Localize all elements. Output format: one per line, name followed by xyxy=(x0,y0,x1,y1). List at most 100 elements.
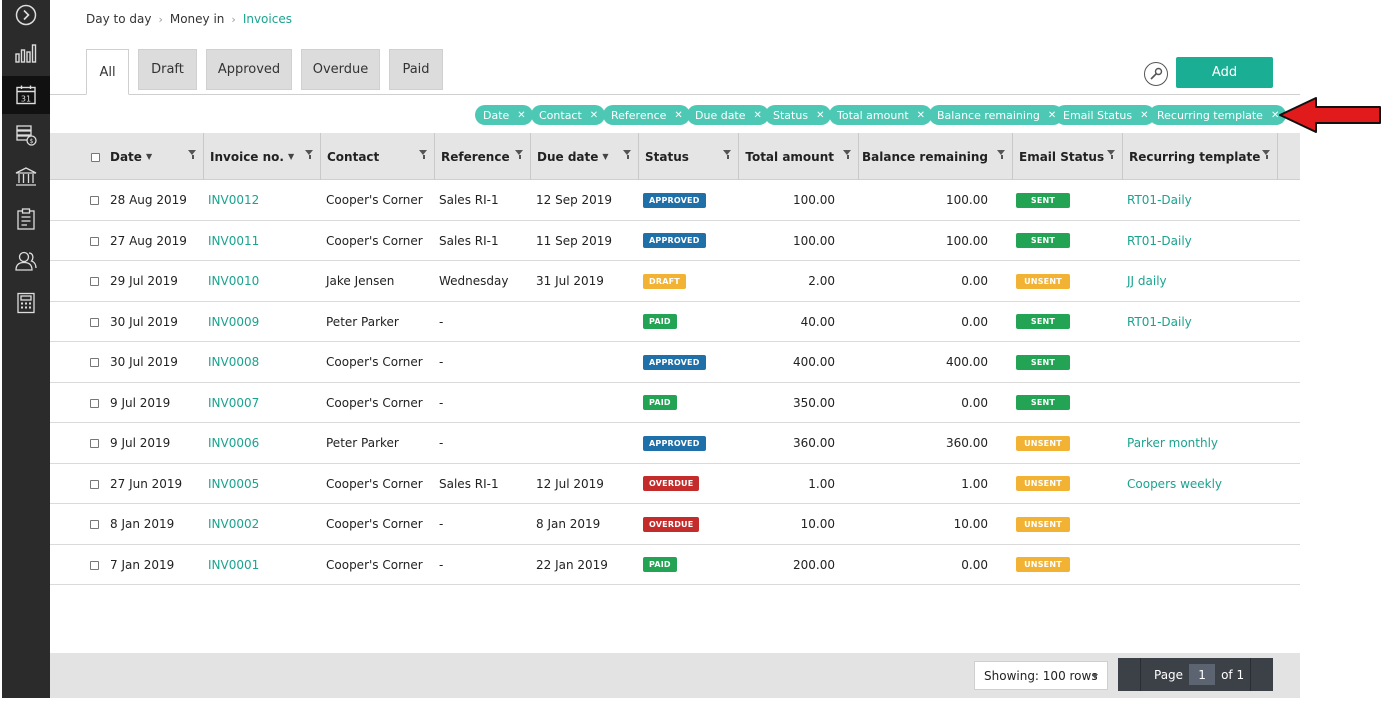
table-row[interactable]: 28 Aug 2019 INV0012 Cooper's Corner Sales R… xyxy=(50,180,1300,221)
invoice-link[interactable]: INV0002 xyxy=(208,504,259,544)
table-row[interactable]: 27 Aug 2019 INV0011 Cooper's Corner Sales R… xyxy=(50,221,1300,261)
column-chip-contact[interactable]: Contact ✕ xyxy=(531,105,606,125)
sidebar-item-tasks[interactable] xyxy=(2,200,50,238)
tab-approved[interactable]: Approved xyxy=(206,49,292,90)
expand-sidebar-button[interactable] xyxy=(2,0,50,34)
filter-icon[interactable] xyxy=(997,150,1006,160)
recurring-template-link[interactable]: Parker monthly xyxy=(1127,423,1218,463)
column-chip-balance-remaining[interactable]: Balance remaining ✕ xyxy=(929,105,1064,125)
table-row[interactable]: 8 Jan 2019 INV0002 Cooper's Corner - 8 Jan 2… xyxy=(50,504,1300,545)
cell-balance-remaining: 100.00 xyxy=(946,193,988,207)
invoice-link[interactable]: INV0008 xyxy=(208,342,259,382)
sort-icon: ▼ xyxy=(602,152,609,161)
settings-wrench-button[interactable] xyxy=(1144,62,1168,86)
recurring-template-link[interactable]: RT01-Daily xyxy=(1127,221,1192,261)
column-chip-due-date[interactable]: Due date ✕ xyxy=(687,105,769,125)
sidebar-item-contacts[interactable] xyxy=(2,242,50,280)
row-checkbox[interactable] xyxy=(90,479,99,489)
tab-overdue[interactable]: Overdue xyxy=(301,49,380,90)
remove-chip-icon[interactable]: ✕ xyxy=(754,110,762,121)
column-header-contact[interactable]: Contact xyxy=(321,133,435,180)
column-header-reference[interactable]: Reference xyxy=(435,133,531,180)
table-row[interactable]: 9 Jul 2019 INV0006 Peter Parker - APPROVED 36… xyxy=(50,423,1300,464)
recurring-template-link[interactable]: JJ daily xyxy=(1127,261,1167,301)
row-checkbox[interactable] xyxy=(90,236,99,246)
table-row[interactable]: 30 Jul 2019 INV0009 Peter Parker - PAID 40.00… xyxy=(50,302,1300,342)
filter-icon[interactable] xyxy=(843,150,852,160)
filter-icon[interactable] xyxy=(1262,150,1271,160)
email-status-badge: UNSENT xyxy=(1016,273,1070,289)
row-checkbox[interactable] xyxy=(90,277,99,286)
column-chip-reference[interactable]: Reference ✕ xyxy=(603,105,690,125)
remove-chip-icon[interactable]: ✕ xyxy=(917,110,925,121)
sidebar-item-day-to-day[interactable]: 31 xyxy=(2,76,50,114)
table-row[interactable]: 7 Jan 2019 INV0001 Cooper's Corner - 22 Jan … xyxy=(50,545,1300,585)
column-chip-total-amount[interactable]: Total amount ✕ xyxy=(829,105,933,125)
row-checkbox[interactable] xyxy=(90,196,99,205)
breadcrumb-money-in[interactable]: Money in xyxy=(170,12,225,26)
filter-icon[interactable] xyxy=(515,150,524,160)
cell-total-amount: 100.00 xyxy=(793,233,835,248)
recurring-template-link[interactable]: Coopers weekly xyxy=(1127,464,1222,504)
invoice-link[interactable]: INV0012 xyxy=(208,180,259,220)
row-checkbox[interactable] xyxy=(90,358,99,367)
recurring-template-link[interactable]: RT01-Daily xyxy=(1127,302,1192,342)
remove-chip-icon[interactable]: ✕ xyxy=(590,110,598,121)
recurring-template-link[interactable]: RT01-Daily xyxy=(1127,180,1192,220)
invoice-link[interactable]: INV0005 xyxy=(208,464,259,504)
filter-icon[interactable] xyxy=(723,150,732,160)
filter-icon[interactable] xyxy=(623,150,632,160)
filter-icon[interactable] xyxy=(1107,150,1116,160)
invoice-link[interactable]: INV0009 xyxy=(208,302,259,342)
column-header-status[interactable]: Status xyxy=(639,133,739,180)
filter-icon[interactable] xyxy=(305,150,314,160)
table-row[interactable]: 9 Jul 2019 INV0007 Cooper's Corner - PAID 350… xyxy=(50,383,1300,423)
row-checkbox[interactable] xyxy=(90,317,99,327)
table-row[interactable]: 27 Jun 2019 INV0005 Cooper's Corner Sales R… xyxy=(50,464,1300,504)
page-number-input[interactable]: 1 xyxy=(1189,664,1216,685)
column-chip-date[interactable]: Date ✕ xyxy=(475,105,533,125)
remove-chip-icon[interactable]: ✕ xyxy=(517,110,525,121)
invoice-link[interactable]: INV0007 xyxy=(208,383,259,423)
table-row[interactable]: 30 Jul 2019 INV0008 Cooper's Corner - APPROV… xyxy=(50,342,1300,383)
filter-icon[interactable] xyxy=(419,150,428,160)
invoice-link[interactable]: INV0011 xyxy=(208,221,259,261)
row-checkbox[interactable] xyxy=(90,439,99,448)
column-header-total-amount[interactable]: Total amount xyxy=(739,133,859,180)
add-button[interactable]: Add xyxy=(1176,57,1273,88)
select-all-checkbox[interactable] xyxy=(91,153,100,162)
invoice-link[interactable]: INV0001 xyxy=(208,545,259,585)
cell-reference: - xyxy=(439,355,444,369)
tab-paid[interactable]: Paid xyxy=(389,49,443,90)
invoice-link[interactable]: INV0010 xyxy=(208,261,259,301)
remove-chip-icon[interactable]: ✕ xyxy=(1140,110,1148,121)
column-header-recurring-template[interactable]: Recurring template xyxy=(1123,133,1278,180)
sidebar-item-banking[interactable] xyxy=(2,158,50,196)
cell-date: 28 Aug 2019 xyxy=(110,193,187,207)
column-header-balance-remaining[interactable]: Balance remaining xyxy=(859,133,1013,180)
column-header-invoice-no[interactable]: Invoice no. ▼ xyxy=(204,133,321,180)
tab-draft[interactable]: Draft xyxy=(138,49,197,90)
cell-date: 8 Jan 2019 xyxy=(110,517,175,531)
row-checkbox[interactable] xyxy=(90,398,99,408)
breadcrumb-day-to-day[interactable]: Day to day xyxy=(86,12,151,26)
chip-label: Balance remaining xyxy=(937,108,1040,122)
table-row[interactable]: 29 Jul 2019 INV0010 Jake Jensen Wednesday 31… xyxy=(50,261,1300,302)
sidebar-item-calculator[interactable] xyxy=(2,284,50,322)
filter-icon[interactable] xyxy=(188,150,197,160)
column-header-email-status[interactable]: Email Status xyxy=(1013,133,1123,180)
column-chip-email-status[interactable]: Email Status ✕ xyxy=(1055,105,1156,125)
column-header-date[interactable]: Date ▼ xyxy=(104,133,204,180)
sidebar-item-money[interactable]: $ xyxy=(2,116,50,154)
rows-per-page-select[interactable]: Showing: 100 rows xyxy=(974,661,1108,690)
invoice-link[interactable]: INV0006 xyxy=(208,423,259,463)
row-checkbox[interactable] xyxy=(90,560,99,570)
sidebar-item-reports[interactable] xyxy=(2,34,50,72)
column-chip-recurring-template[interactable]: Recurring template ✕ xyxy=(1149,105,1287,125)
remove-chip-icon[interactable]: ✕ xyxy=(816,110,824,121)
remove-chip-icon[interactable]: ✕ xyxy=(674,110,682,121)
column-chip-status[interactable]: Status ✕ xyxy=(765,105,832,125)
tab-all[interactable]: All xyxy=(86,49,129,95)
row-checkbox[interactable] xyxy=(90,520,99,529)
column-header-due-date[interactable]: Due date ▼ xyxy=(531,133,639,180)
